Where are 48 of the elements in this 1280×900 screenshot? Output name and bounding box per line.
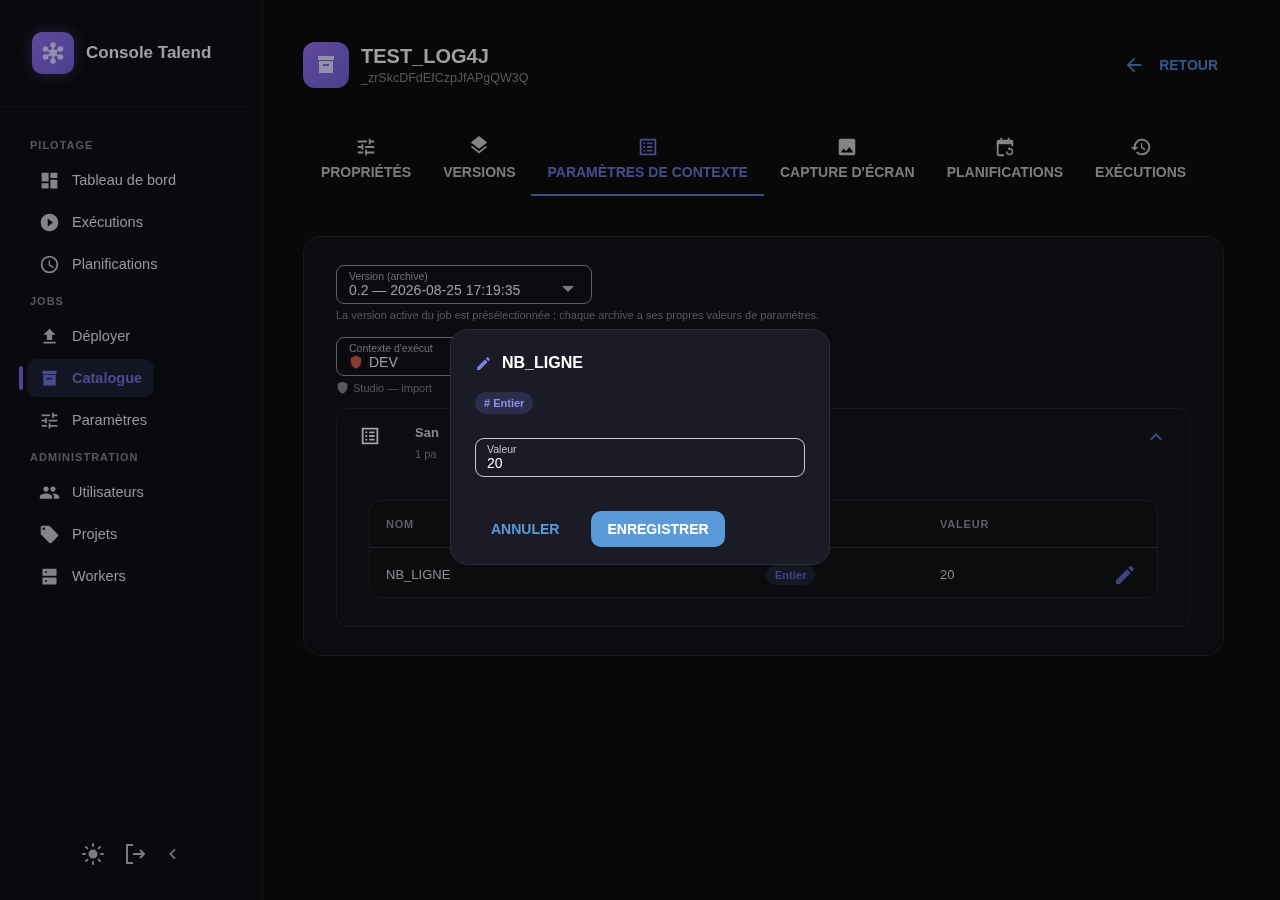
play-icon [39, 211, 60, 233]
cancel-button[interactable]: ANNULER [475, 511, 576, 547]
edit-icon [475, 354, 492, 372]
tab[interactable]: VERSIONS [427, 124, 532, 196]
tab[interactable]: CAPTURE D'ÉCRAN [763, 124, 931, 196]
column-header: NOM [386, 518, 415, 530]
sliders-icon [355, 136, 377, 158]
column-header: VALEUR [940, 518, 990, 530]
sidebar-item[interactable]: Workers [27, 557, 138, 595]
section-title: San [415, 425, 439, 440]
tab[interactable]: EXÉCUTIONS [1079, 124, 1203, 196]
dialog-title: NB_LIGNE [502, 354, 583, 372]
helper-text: Studio — import [353, 381, 432, 394]
job-id: _zrSkcDFdEfCzpJfAPgQW3Q [361, 71, 529, 85]
app-name: Console Talend [86, 43, 212, 63]
sidebar-item[interactable]: Projets [27, 515, 130, 553]
sidebar-item[interactable]: Paramètres [27, 401, 159, 439]
list-icon [359, 425, 381, 447]
shield-icon [336, 381, 349, 394]
clock-icon [39, 253, 60, 275]
archive-icon [303, 42, 349, 88]
type-chip: Entier [766, 564, 816, 585]
sidebar-item[interactable]: Exécutions [27, 203, 155, 241]
tab[interactable]: PLANIFICATIONS [930, 124, 1080, 196]
sidebar-item[interactable]: Déployer [27, 317, 143, 355]
dropdown-caret-icon [562, 286, 574, 292]
selection-indicator [19, 366, 23, 390]
nav-section-title: ADMINISTRATION [29, 450, 140, 465]
sidebar-item[interactable]: Utilisateurs [27, 473, 156, 511]
sidebar-item[interactable]: Planifications [27, 245, 170, 283]
table-cell-text: 20 [940, 567, 956, 582]
sun-icon[interactable] [81, 842, 105, 866]
nav-section-title: PILOTAGE [29, 138, 95, 153]
value-field[interactable]: Valeur 20 [475, 438, 805, 477]
tab[interactable]: PROPRIÉTÉS [304, 124, 428, 196]
app-logo-icon [32, 32, 74, 74]
type-chip: # Entier [475, 392, 534, 414]
section-subtitle: 1 pa [415, 448, 437, 460]
version-select[interactable]: Version (archive) 0.2 — 2026-08-25 17:19:35 [336, 265, 592, 304]
shield-icon [349, 354, 363, 370]
logout-icon[interactable] [123, 842, 147, 866]
tag-icon [39, 523, 60, 545]
table-cell-text: NB_LIGNE [386, 567, 452, 582]
nav-section-title: JOBS [29, 294, 65, 309]
job-title: TEST_LOG4J [361, 45, 490, 68]
sidebar-item[interactable]: Tableau de bord [27, 161, 188, 199]
history-icon [1129, 136, 1152, 158]
helper-text: La version active du job est présélectionnée ; chaque archive a ses propres valeurs de paramètres. [336, 309, 821, 321]
